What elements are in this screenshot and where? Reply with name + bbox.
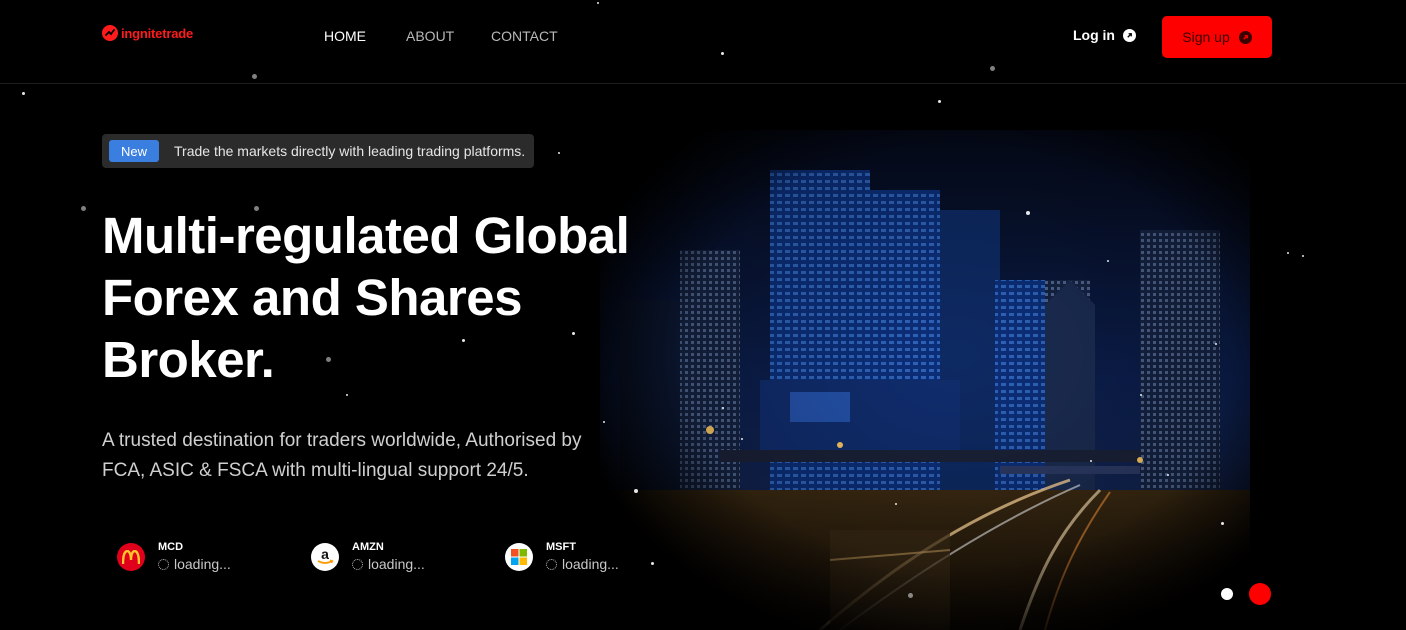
ticker-status-text: loading... — [562, 556, 619, 572]
login-label: Log in — [1073, 27, 1115, 43]
star-dot — [558, 152, 560, 154]
ticker-status: loading... — [158, 556, 231, 572]
brand-flame-icon — [102, 25, 118, 41]
brand-name: ingnitetrade — [121, 25, 193, 41]
nav-contact[interactable]: CONTACT — [491, 28, 558, 44]
ticker-symbol: AMZN — [352, 541, 384, 553]
hero-city-image — [600, 130, 1250, 630]
nav-about[interactable]: ABOUT — [406, 28, 454, 44]
mcdonalds-logo-icon — [117, 543, 145, 571]
announcement-badge[interactable]: New Trade the markets directly with lead… — [102, 134, 534, 168]
signup-label: Sign up — [1182, 29, 1230, 45]
arrow-circle-icon — [1238, 30, 1252, 44]
loading-spinner-icon — [158, 558, 169, 570]
svg-text:a: a — [321, 547, 329, 562]
star-dot — [938, 100, 941, 103]
ticker-status: loading... — [546, 556, 619, 572]
arrow-circle-icon — [1123, 28, 1136, 42]
star-dot — [346, 394, 348, 396]
ticker-item[interactable]: a AMZN loading... — [311, 540, 471, 580]
amazon-logo-icon: a — [311, 543, 339, 571]
headline-line-1: Multi-regulated Global — [102, 207, 630, 264]
ticker-symbol: MSFT — [546, 541, 576, 553]
ticker-status-text: loading... — [368, 556, 425, 572]
loading-spinner-icon — [352, 558, 363, 570]
brand-logo[interactable]: ingnitetrade — [102, 25, 193, 41]
headline-line-3: Broker. — [102, 331, 275, 388]
microsoft-logo-icon — [505, 543, 533, 571]
star-dot — [1287, 252, 1289, 254]
new-tag: New — [109, 140, 159, 162]
hero-subtext: A trusted destination for traders worldw… — [102, 430, 582, 481]
headline-line-2: Forex and Shares — [102, 269, 523, 326]
star-dot — [81, 206, 86, 211]
login-button[interactable]: Log in — [1073, 27, 1136, 43]
ticker-status-text: loading... — [174, 556, 231, 572]
slider-dot-1[interactable] — [1221, 588, 1233, 600]
badge-text: Trade the markets directly with leading … — [174, 143, 526, 159]
hero-headline: Multi-regulated Global Forex and Shares … — [102, 205, 662, 391]
nav-home[interactable]: HOME — [324, 28, 366, 44]
signup-button[interactable]: Sign up — [1162, 16, 1272, 58]
star-dot — [1302, 255, 1304, 257]
ticker-symbol: MCD — [158, 541, 184, 553]
ticker-item[interactable]: MSFT loading... — [505, 540, 665, 580]
site-header: ingnitetrade HOME ABOUT CONTACT Log in S… — [0, 0, 1406, 84]
loading-spinner-icon — [546, 558, 557, 570]
ticker-item[interactable]: MCD loading... — [117, 540, 277, 580]
ticker-status: loading... — [352, 556, 425, 572]
star-dot — [22, 92, 25, 95]
slider-dot-2-active[interactable] — [1249, 583, 1271, 605]
